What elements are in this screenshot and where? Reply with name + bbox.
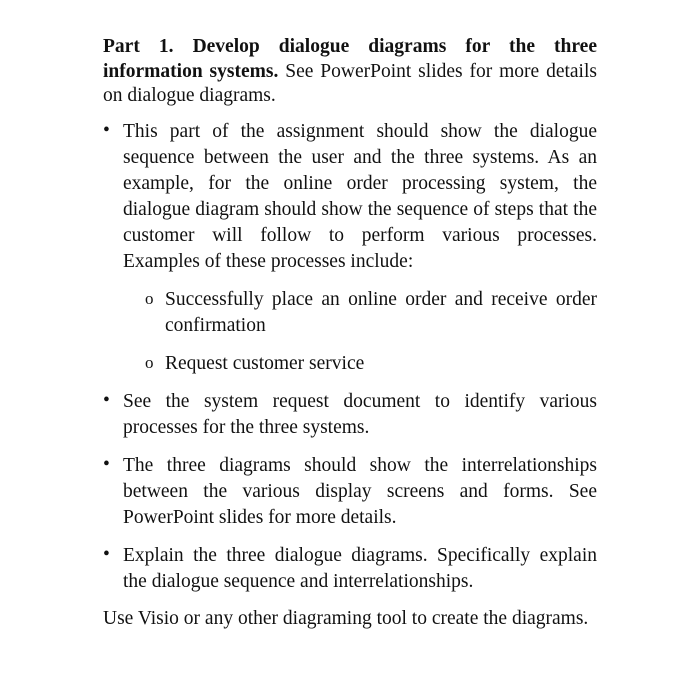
bullet-item: • This part of the assignment should sho… xyxy=(103,119,597,275)
circle-bullet-icon: o xyxy=(145,352,154,372)
bullet-text: See the system request document to ident… xyxy=(123,390,597,438)
bullet-text: This part of the assignment should show … xyxy=(123,120,597,272)
bullet-item: • The three diagrams should show the int… xyxy=(103,453,597,531)
bullet-item: • See the system request document to ide… xyxy=(103,389,597,441)
closing-paragraph: Use Visio or any other diagraming tool t… xyxy=(103,607,589,629)
bullet-text: Explain the three dialogue diagrams. Spe… xyxy=(123,544,597,592)
sub-bullet-list: o Successfully place an online order and… xyxy=(103,287,597,377)
bullet-text: The three diagrams should show the inter… xyxy=(123,454,597,528)
sub-bullet-item: o Request customer service xyxy=(145,351,597,377)
sub-bullet-text: Request customer service xyxy=(165,352,365,374)
bullet-icon: • xyxy=(103,543,110,565)
bullet-item: • Explain the three dialogue diagrams. S… xyxy=(103,543,597,595)
bullet-icon: • xyxy=(103,453,110,475)
sub-bullet-text: Successfully place an online order and r… xyxy=(165,288,597,336)
sub-bullet-item: o Successfully place an online order and… xyxy=(145,287,597,339)
circle-bullet-icon: o xyxy=(145,288,154,308)
intro-paragraph: Part 1. Develop dialogue diagrams for th… xyxy=(103,35,597,109)
document-page: Part 1. Develop dialogue diagrams for th… xyxy=(103,35,597,631)
bullet-icon: • xyxy=(103,389,110,411)
bullet-icon: • xyxy=(103,119,110,141)
